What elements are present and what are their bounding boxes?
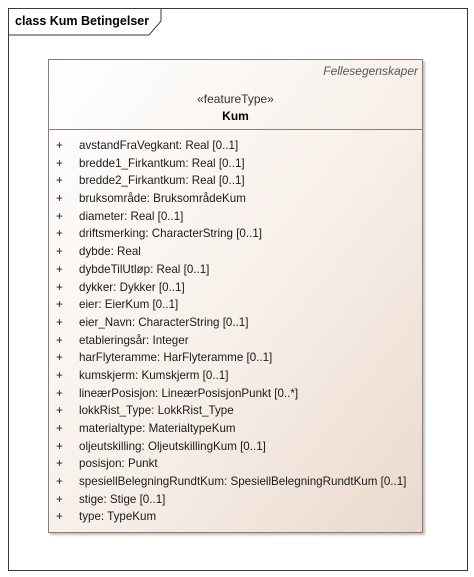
attribute-visibility: + — [56, 156, 63, 170]
attribute-text: lokkRist_Type: LokkRist_Type — [79, 404, 234, 418]
attribute-text: driftsmerking: CharacterString [0..1] — [79, 227, 262, 241]
attribute-visibility: + — [56, 492, 63, 506]
attribute-text: kumskjerm: Kumskjerm [0..1] — [79, 368, 229, 382]
class-divider — [49, 129, 422, 130]
attribute-row[interactable]: + eier: EierKum [0..1] — [49, 296, 422, 314]
attribute-text: dykker: Dykker [0..1] — [79, 280, 185, 294]
attribute-text: bredde2_Firkantkum: Real [0..1] — [79, 174, 245, 188]
attribute-row[interactable]: + kumskjerm: Kumskjerm [0..1] — [49, 367, 422, 385]
attribute-visibility: + — [56, 351, 63, 365]
attribute-row[interactable]: + posisjon: Punkt — [49, 455, 422, 473]
attribute-row[interactable]: + lineærPosisjon: LineærPosisjonPunkt [0.… — [49, 385, 422, 403]
attribute-row[interactable]: + diameter: Real [0..1] — [49, 208, 422, 226]
attribute-visibility: + — [56, 139, 63, 152]
frame-tab: class Kum Betingelser — [9, 9, 169, 36]
attribute-row[interactable]: + oljeutskilling: OljeutskillingKum [0..1… — [49, 438, 422, 456]
class-stereotype: «featureType» — [197, 92, 274, 106]
frame-title: class Kum Betingelser — [15, 14, 150, 28]
attribute-visibility: + — [56, 333, 63, 347]
attribute-visibility: + — [56, 262, 63, 276]
class-kum[interactable]: Fellesegenskaper «featureType» Kum + avst… — [48, 59, 423, 533]
attribute-row[interactable]: + lokkRist_Type: LokkRist_Type — [49, 402, 422, 420]
attribute-text: etableringsår: Integer — [79, 333, 189, 347]
attribute-visibility: + — [56, 174, 63, 188]
attribute-visibility: + — [56, 368, 63, 382]
attribute-visibility: + — [56, 404, 63, 418]
attribute-row[interactable]: + dykker: Dykker [0..1] — [49, 279, 422, 297]
attribute-visibility: + — [56, 209, 63, 223]
attribute-text: harFlyteramme: HarFlyteramme [0..1] — [79, 351, 273, 365]
attribute-row[interactable]: + avstandFraVegkant: Real [0..1] — [49, 137, 422, 155]
attribute-text: dybdeTilUtløp: Real [0..1] — [79, 262, 210, 276]
attribute-row[interactable]: + stige: Stige [0..1] — [49, 491, 422, 509]
attribute-text: lineærPosisjon: LineærPosisjonPunkt [0..… — [79, 386, 299, 400]
attribute-row[interactable]: + materialtype: MaterialtypeKum — [49, 420, 422, 438]
attribute-text: spesiellBelegningRundtKum: SpesiellBeleg… — [79, 475, 407, 489]
class-package: Fellesegenskaper — [323, 64, 418, 78]
attribute-visibility: + — [56, 227, 63, 241]
attribute-visibility: + — [56, 422, 63, 435]
attribute-text: eier_Navn: CharacterString [0..1] — [79, 315, 249, 329]
attribute-text: stige: Stige [0..1] — [79, 492, 166, 506]
class-name: Kum — [222, 109, 249, 123]
attribute-text: materialtype: MaterialtypeKum — [79, 422, 236, 435]
attribute-text: bruksområde: BruksområdeKum — [79, 192, 246, 206]
attribute-row[interactable]: + eier_Navn: CharacterString [0..1] — [49, 314, 422, 332]
attribute-visibility: + — [56, 298, 63, 312]
attribute-text: type: TypeKum — [79, 510, 157, 524]
attribute-text: oljeutskilling: OljeutskillingKum [0..1] — [79, 439, 266, 453]
attribute-text: avstandFraVegkant: Real [0..1] — [79, 139, 239, 152]
attribute-row[interactable]: + type: TypeKum — [49, 508, 422, 526]
attribute-row[interactable]: + dybdeTilUtløp: Real [0..1] — [49, 261, 422, 279]
attribute-list: + avstandFraVegkant: Real [0..1] + bredde1_… — [49, 137, 422, 526]
attribute-visibility: + — [56, 439, 63, 453]
attribute-visibility: + — [56, 386, 63, 400]
attribute-visibility: + — [56, 280, 63, 294]
attribute-visibility: + — [56, 192, 63, 206]
attribute-row[interactable]: + bruksområde: BruksområdeKum — [49, 190, 422, 208]
attribute-text: posisjon: Punkt — [79, 457, 158, 471]
attribute-row[interactable]: + bredde2_Firkantkum: Real [0..1] — [49, 172, 422, 190]
attribute-text: bredde1_Firkantkum: Real [0..1] — [79, 156, 245, 170]
attribute-row[interactable]: + bredde1_Firkantkum: Real [0..1] — [49, 155, 422, 173]
attribute-text: diameter: Real [0..1] — [79, 209, 184, 223]
attribute-visibility: + — [56, 510, 63, 524]
attribute-row[interactable]: + harFlyteramme: HarFlyteramme [0..1] — [49, 349, 422, 367]
attribute-row[interactable]: + spesiellBelegningRundtKum: SpesiellBele… — [49, 473, 422, 491]
attribute-visibility: + — [56, 245, 63, 259]
attribute-visibility: + — [56, 315, 63, 329]
attribute-text: dybde: Real — [79, 245, 141, 259]
attribute-row[interactable]: + etableringsår: Integer — [49, 332, 422, 350]
attribute-row[interactable]: + driftsmerking: CharacterString [0..1] — [49, 225, 422, 243]
attribute-visibility: + — [56, 475, 63, 489]
attribute-text: eier: EierKum [0..1] — [79, 298, 179, 312]
attribute-row[interactable]: + dybde: Real — [49, 243, 422, 261]
attribute-visibility: + — [56, 457, 63, 471]
